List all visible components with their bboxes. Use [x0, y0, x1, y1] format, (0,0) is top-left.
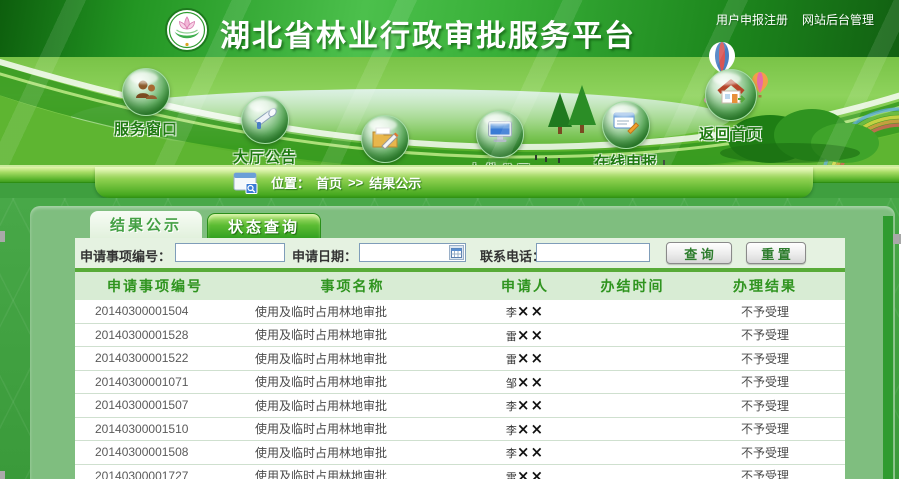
page: 湖北省林业行政审批服务平台 用户申报注册 网站后台管理 [0, 0, 904, 479]
site-header: 湖北省林业行政审批服务平台 用户申报注册 网站后台管理 [0, 0, 904, 57]
breadcrumb-home-link[interactable]: 首页 [316, 173, 342, 192]
apply-id-label: 申请事项编号： [80, 246, 171, 265]
cell-item-name: 使用及临时占用林地审批 [235, 350, 470, 367]
header-links: 用户申报注册 网站后台管理 [716, 11, 874, 28]
page-title: 湖北省林业行政审批服务平台 [220, 11, 636, 55]
cell-item-name: 使用及临时占用林地审批 [235, 326, 470, 343]
cell-apply-id: 20140300001507 [75, 398, 235, 412]
cell-applicant: 邹×× [470, 373, 580, 391]
cell-result: 不予受理 [685, 397, 845, 414]
breadcrumb: 位置： 首页 >> 结果公示 [95, 167, 813, 198]
cell-apply-id: 20140300001071 [75, 375, 235, 389]
location-window-icon [233, 171, 259, 195]
cell-item-name: 使用及临时占用林地审批 [235, 303, 470, 320]
table-row: 20140300001071 使用及临时占用林地审批 邹×× 不予受理 [75, 371, 845, 395]
reset-button[interactable]: 重 置 [746, 242, 806, 264]
nav-item-hall-notice[interactable]: 大厅公告 [220, 96, 310, 167]
cell-result: 不予受理 [685, 467, 845, 479]
breadcrumb-current: 结果公示 [369, 173, 421, 192]
table-header: 申请事项编号 事项名称 申请人 办结时间 办理结果 [75, 272, 845, 300]
monitor-icon [487, 120, 513, 148]
breadcrumb-label: 位置： [271, 173, 310, 192]
cell-applicant: 李×× [470, 443, 580, 461]
cell-applicant: 李×× [470, 396, 580, 414]
calendar-icon[interactable] [449, 245, 464, 260]
cell-applicant: 雷×× [470, 349, 580, 367]
megaphone-icon [251, 106, 279, 135]
folder-pencil-icon [371, 125, 399, 154]
column-header-result: 办理结果 [685, 276, 845, 296]
cell-applicant: 李×× [470, 420, 580, 438]
cell-result: 不予受理 [685, 444, 845, 461]
search-form: 申请事项编号： 申请日期： 联系电话： 查 询 重 置 [75, 238, 845, 268]
table-body: 20140300001504 使用及临时占用林地审批 李×× 不予受理 2014… [75, 300, 845, 479]
panel-right-strip [883, 216, 893, 479]
user-register-link[interactable]: 用户申报注册 [716, 11, 788, 28]
table-row: 20140300001510 使用及临时占用林地审批 李×× 不予受理 [75, 418, 845, 442]
column-header-item-name: 事项名称 [235, 276, 470, 296]
table-row: 20140300001504 使用及临时占用林地审批 李×× 不予受理 [75, 300, 845, 324]
table-row: 20140300001508 使用及临时占用林地审批 李×× 不予受理 [75, 441, 845, 465]
site-logo-icon [165, 8, 209, 52]
site-admin-link[interactable]: 网站后台管理 [802, 11, 874, 28]
cell-applicant: 雷×× [470, 326, 580, 344]
cell-apply-id: 20140300001504 [75, 304, 235, 318]
apply-date-label: 申请日期： [292, 246, 357, 265]
nav-item-back-home[interactable]: 返回首页 [686, 69, 776, 144]
tab-status-query[interactable]: 状态查询 [207, 213, 321, 240]
tab-result-publicity[interactable]: 结果公示 [90, 211, 202, 238]
content-inner: 结果公示 状态查询 申请事项编号： 申请日期： 联系电话： [75, 211, 845, 479]
query-button[interactable]: 查 询 [666, 242, 732, 264]
nav-item-service-window[interactable]: 服务窗口 [101, 68, 191, 139]
home-icon [716, 79, 746, 111]
cell-applicant: 李×× [470, 302, 580, 320]
cell-item-name: 使用及临时占用林地审批 [235, 397, 470, 414]
cell-apply-id: 20140300001522 [75, 351, 235, 365]
scroll-artifact [893, 234, 901, 244]
cell-apply-id: 20140300001528 [75, 328, 235, 342]
table-row: 20140300001727 使用及临时占用林地审批 雷×× 不予受理 [75, 465, 845, 479]
cell-item-name: 使用及临时占用林地审批 [235, 444, 470, 461]
cell-result: 不予受理 [685, 326, 845, 343]
cell-result: 不予受理 [685, 420, 845, 437]
scroll-artifact [0, 231, 5, 242]
apply-date-field [359, 243, 466, 262]
cell-apply-id: 20140300001510 [75, 422, 235, 436]
table-row: 20140300001528 使用及临时占用林地审批 雷×× 不予受理 [75, 324, 845, 348]
breadcrumb-separator: >> [348, 175, 363, 190]
nav-banner: 服务窗口 大厅公告 操作演示 [0, 57, 904, 167]
cell-result: 不予受理 [685, 373, 845, 390]
cell-apply-id: 20140300001727 [75, 469, 235, 479]
table-row: 20140300001522 使用及临时占用林地审批 雷×× 不予受理 [75, 347, 845, 371]
nav-label: 返回首页 [686, 123, 776, 144]
nav-item-online-apply[interactable]: 在线申报 [581, 101, 671, 172]
nav-label: 大厅公告 [220, 146, 310, 167]
column-header-apply-id: 申请事项编号 [75, 276, 235, 296]
cell-result: 不予受理 [685, 303, 845, 320]
column-header-finish-time: 办结时间 [580, 276, 685, 296]
cell-item-name: 使用及临时占用林地审批 [235, 467, 470, 479]
cell-applicant: 雷×× [470, 467, 580, 479]
cell-result: 不予受理 [685, 350, 845, 367]
apply-id-input[interactable] [175, 243, 285, 262]
table-row: 20140300001507 使用及临时占用林地审批 李×× 不予受理 [75, 394, 845, 418]
phone-input[interactable] [536, 243, 650, 262]
cell-item-name: 使用及临时占用林地审批 [235, 373, 470, 390]
cell-apply-id: 20140300001508 [75, 445, 235, 459]
cell-item-name: 使用及临时占用林地审批 [235, 420, 470, 437]
nav-label: 服务窗口 [101, 118, 191, 139]
column-header-applicant: 申请人 [470, 276, 580, 296]
people-icon [133, 78, 159, 107]
scroll-artifact [0, 471, 5, 479]
form-pencil-icon [612, 111, 640, 139]
